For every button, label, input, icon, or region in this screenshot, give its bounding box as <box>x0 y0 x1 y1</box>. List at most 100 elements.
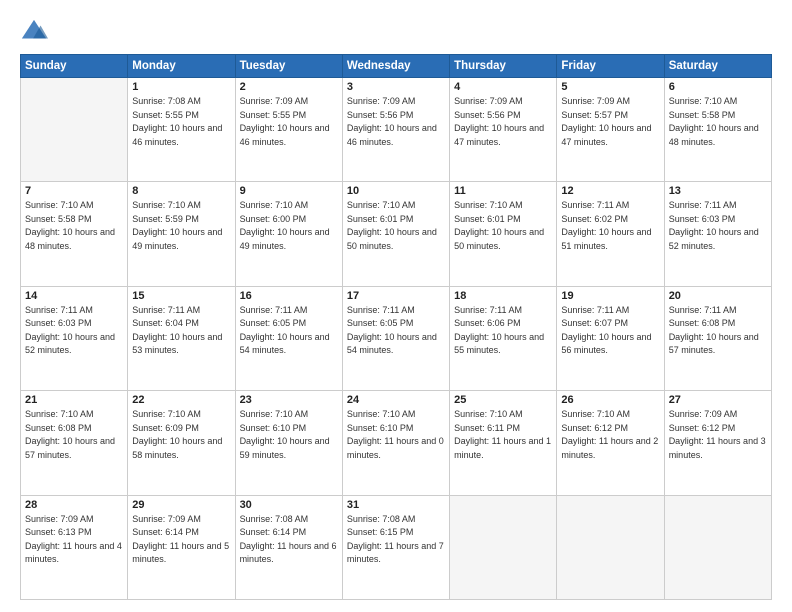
day-number: 3 <box>347 81 445 93</box>
day-info: Sunrise: 7:11 AMSunset: 6:06 PMDaylight:… <box>454 304 552 358</box>
day-info: Sunrise: 7:10 AMSunset: 6:11 PMDaylight:… <box>454 408 552 462</box>
day-info: Sunrise: 7:10 AMSunset: 6:09 PMDaylight:… <box>132 408 230 462</box>
day-number: 22 <box>132 394 230 406</box>
day-number: 19 <box>561 290 659 302</box>
calendar-day-cell: 14 Sunrise: 7:11 AMSunset: 6:03 PMDayligh… <box>21 286 128 390</box>
day-number: 26 <box>561 394 659 406</box>
day-info: Sunrise: 7:08 AMSunset: 5:55 PMDaylight:… <box>132 95 230 149</box>
day-info: Sunrise: 7:11 AMSunset: 6:03 PMDaylight:… <box>25 304 123 358</box>
calendar-day-cell: 1 Sunrise: 7:08 AMSunset: 5:55 PMDaylight… <box>128 78 235 182</box>
calendar-day-cell: 30 Sunrise: 7:08 AMSunset: 6:14 PMDayligh… <box>235 495 342 599</box>
day-info: Sunrise: 7:09 AMSunset: 5:56 PMDaylight:… <box>347 95 445 149</box>
day-number: 25 <box>454 394 552 406</box>
day-info: Sunrise: 7:10 AMSunset: 6:12 PMDaylight:… <box>561 408 659 462</box>
day-info: Sunrise: 7:10 AMSunset: 6:01 PMDaylight:… <box>347 199 445 253</box>
day-info: Sunrise: 7:10 AMSunset: 6:10 PMDaylight:… <box>347 408 445 462</box>
calendar-day-cell: 10Sunrise: 7:10 AMSunset: 6:01 PMDayligh… <box>342 182 449 286</box>
day-number: 17 <box>347 290 445 302</box>
day-number: 30 <box>240 499 338 511</box>
day-number: 5 <box>561 81 659 93</box>
calendar-day-cell: 9 Sunrise: 7:10 AMSunset: 6:00 PMDaylight… <box>235 182 342 286</box>
day-info: Sunrise: 7:09 AMSunset: 5:56 PMDaylight:… <box>454 95 552 149</box>
day-number: 9 <box>240 185 338 197</box>
calendar-day-header: Wednesday <box>342 55 449 78</box>
calendar-day-header: Thursday <box>450 55 557 78</box>
page: SundayMondayTuesdayWednesdayThursdayFrid… <box>0 0 792 612</box>
day-info: Sunrise: 7:10 AMSunset: 6:01 PMDaylight:… <box>454 199 552 253</box>
day-number: 6 <box>669 81 767 93</box>
day-number: 21 <box>25 394 123 406</box>
day-info: Sunrise: 7:11 AMSunset: 6:08 PMDaylight:… <box>669 304 767 358</box>
day-info: Sunrise: 7:10 AMSunset: 5:58 PMDaylight:… <box>669 95 767 149</box>
calendar-day-cell <box>557 495 664 599</box>
day-info: Sunrise: 7:11 AMSunset: 6:04 PMDaylight:… <box>132 304 230 358</box>
day-info: Sunrise: 7:09 AMSunset: 6:12 PMDaylight:… <box>669 408 767 462</box>
calendar-day-cell: 18 Sunrise: 7:11 AMSunset: 6:06 PMDayligh… <box>450 286 557 390</box>
day-number: 18 <box>454 290 552 302</box>
day-info: Sunrise: 7:09 AMSunset: 5:55 PMDaylight:… <box>240 95 338 149</box>
day-number: 23 <box>240 394 338 406</box>
calendar-day-cell: 8 Sunrise: 7:10 AMSunset: 5:59 PMDaylight… <box>128 182 235 286</box>
day-number: 27 <box>669 394 767 406</box>
calendar-day-header: Sunday <box>21 55 128 78</box>
calendar-week-row: 14 Sunrise: 7:11 AMSunset: 6:03 PMDayligh… <box>21 286 772 390</box>
calendar-day-cell: 29 Sunrise: 7:09 AMSunset: 6:14 PMDayligh… <box>128 495 235 599</box>
calendar-day-cell: 2 Sunrise: 7:09 AMSunset: 5:55 PMDaylight… <box>235 78 342 182</box>
calendar-week-row: 21 Sunrise: 7:10 AMSunset: 6:08 PMDayligh… <box>21 391 772 495</box>
day-number: 4 <box>454 81 552 93</box>
calendar-day-cell: 19 Sunrise: 7:11 AMSunset: 6:07 PMDayligh… <box>557 286 664 390</box>
calendar-week-row: 7 Sunrise: 7:10 AMSunset: 5:58 PMDaylight… <box>21 182 772 286</box>
calendar-day-cell: 22 Sunrise: 7:10 AMSunset: 6:09 PMDayligh… <box>128 391 235 495</box>
calendar-header-row: SundayMondayTuesdayWednesdayThursdayFrid… <box>21 55 772 78</box>
day-info: Sunrise: 7:08 AMSunset: 6:14 PMDaylight:… <box>240 513 338 567</box>
header <box>20 18 772 46</box>
calendar-day-header: Monday <box>128 55 235 78</box>
calendar-day-cell <box>450 495 557 599</box>
day-number: 24 <box>347 394 445 406</box>
day-info: Sunrise: 7:11 AMSunset: 6:07 PMDaylight:… <box>561 304 659 358</box>
day-info: Sunrise: 7:10 AMSunset: 6:10 PMDaylight:… <box>240 408 338 462</box>
day-number: 7 <box>25 185 123 197</box>
calendar-day-cell: 13 Sunrise: 7:11 AMSunset: 6:03 PMDayligh… <box>664 182 771 286</box>
calendar-day-cell: 3 Sunrise: 7:09 AMSunset: 5:56 PMDaylight… <box>342 78 449 182</box>
calendar-day-cell: 17 Sunrise: 7:11 AMSunset: 6:05 PMDayligh… <box>342 286 449 390</box>
calendar-day-header: Saturday <box>664 55 771 78</box>
day-number: 1 <box>132 81 230 93</box>
calendar-table: SundayMondayTuesdayWednesdayThursdayFrid… <box>20 54 772 600</box>
day-info: Sunrise: 7:11 AMSunset: 6:05 PMDaylight:… <box>347 304 445 358</box>
day-info: Sunrise: 7:10 AMSunset: 5:58 PMDaylight:… <box>25 199 123 253</box>
calendar-day-header: Tuesday <box>235 55 342 78</box>
day-info: Sunrise: 7:08 AMSunset: 6:15 PMDaylight:… <box>347 513 445 567</box>
day-number: 16 <box>240 290 338 302</box>
calendar-day-cell: 4 Sunrise: 7:09 AMSunset: 5:56 PMDaylight… <box>450 78 557 182</box>
logo <box>20 18 52 46</box>
calendar-day-cell <box>664 495 771 599</box>
logo-icon <box>20 18 48 46</box>
day-info: Sunrise: 7:09 AMSunset: 5:57 PMDaylight:… <box>561 95 659 149</box>
day-info: Sunrise: 7:10 AMSunset: 6:00 PMDaylight:… <box>240 199 338 253</box>
day-number: 8 <box>132 185 230 197</box>
day-info: Sunrise: 7:10 AMSunset: 6:08 PMDaylight:… <box>25 408 123 462</box>
day-number: 2 <box>240 81 338 93</box>
day-info: Sunrise: 7:11 AMSunset: 6:02 PMDaylight:… <box>561 199 659 253</box>
calendar-day-header: Friday <box>557 55 664 78</box>
calendar-day-cell: 21 Sunrise: 7:10 AMSunset: 6:08 PMDayligh… <box>21 391 128 495</box>
day-number: 14 <box>25 290 123 302</box>
calendar-day-cell: 20Sunrise: 7:11 AMSunset: 6:08 PMDayligh… <box>664 286 771 390</box>
calendar-day-cell: 15Sunrise: 7:11 AMSunset: 6:04 PMDayligh… <box>128 286 235 390</box>
calendar-day-cell: 25 Sunrise: 7:10 AMSunset: 6:11 PMDayligh… <box>450 391 557 495</box>
calendar-day-cell: 16Sunrise: 7:11 AMSunset: 6:05 PMDayligh… <box>235 286 342 390</box>
day-number: 11 <box>454 185 552 197</box>
day-info: Sunrise: 7:11 AMSunset: 6:03 PMDaylight:… <box>669 199 767 253</box>
calendar-day-cell <box>21 78 128 182</box>
day-number: 12 <box>561 185 659 197</box>
calendar-day-cell: 23 Sunrise: 7:10 AMSunset: 6:10 PMDayligh… <box>235 391 342 495</box>
day-number: 13 <box>669 185 767 197</box>
calendar-week-row: 28Sunrise: 7:09 AMSunset: 6:13 PMDayligh… <box>21 495 772 599</box>
calendar-day-cell: 12 Sunrise: 7:11 AMSunset: 6:02 PMDayligh… <box>557 182 664 286</box>
day-number: 29 <box>132 499 230 511</box>
day-info: Sunrise: 7:09 AMSunset: 6:14 PMDaylight:… <box>132 513 230 567</box>
day-info: Sunrise: 7:10 AMSunset: 5:59 PMDaylight:… <box>132 199 230 253</box>
calendar-day-cell: 5 Sunrise: 7:09 AMSunset: 5:57 PMDaylight… <box>557 78 664 182</box>
calendar-day-cell: 26 Sunrise: 7:10 AMSunset: 6:12 PMDayligh… <box>557 391 664 495</box>
